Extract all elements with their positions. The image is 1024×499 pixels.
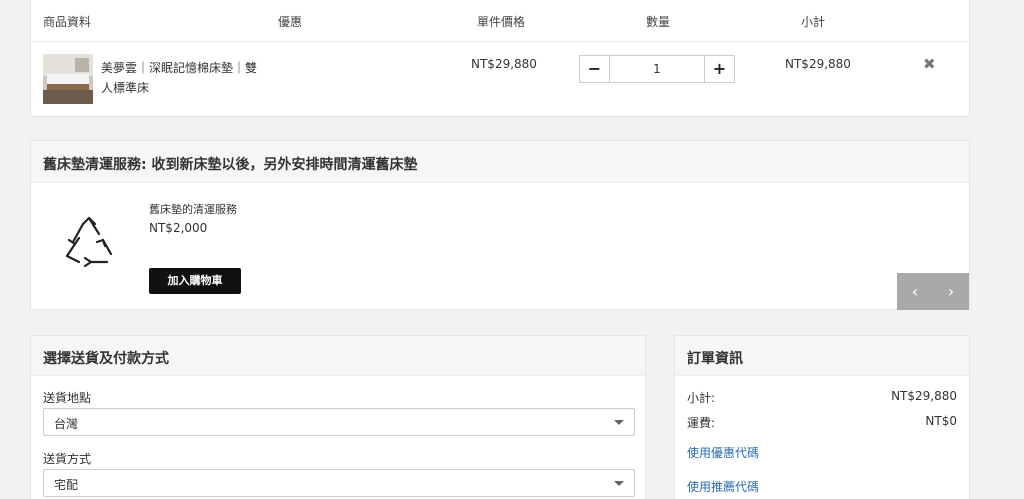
item-subtotal: NT$29,880 (785, 57, 851, 71)
order-shipping-value: NT$0 (925, 414, 957, 428)
addon-service-panel: 舊床墊清運服務: 收到新床墊以後，另外安排時間清運舊床墊 舊床墊的清運服務 NT… (30, 140, 970, 310)
chevron-right-icon[interactable]: › (933, 273, 969, 310)
header-discount: 優惠 (278, 15, 303, 29)
shipping-title: 選擇送貨及付款方式 (43, 351, 169, 367)
header-product: 商品資料 (43, 15, 92, 29)
addon-title: 舊床墊清運服務: 收到新床墊以後，另外安排時間清運舊床墊 (43, 157, 418, 173)
cart-table: 商品資料 優惠 單件價格 數量 小計 美夢雲｜深眠記憶棉床墊｜雙人標準床 NT$… (30, 0, 970, 117)
order-shipping-row: 運費: NT$0 (687, 414, 957, 431)
header-subtotal: 小計 (801, 15, 826, 29)
location-select[interactable]: 台灣 (43, 408, 635, 436)
location-value: 台灣 (54, 417, 79, 431)
coupon-code-link[interactable]: 使用優惠代碼 (687, 444, 759, 461)
recycle-icon (61, 216, 117, 272)
method-select[interactable]: 宅配 (43, 469, 635, 497)
cart-table-header: 商品資料 優惠 單件價格 數量 小計 (31, 0, 969, 42)
order-info-panel: 訂單資訊 小計: NT$29,880 運費: NT$0 使用優惠代碼 使用推薦代… (674, 335, 970, 499)
header-unit-price: 單件價格 (477, 15, 526, 29)
method-value: 宅配 (54, 478, 79, 492)
addon-header: 舊床墊清運服務: 收到新床墊以後，另外安排時間清運舊床墊 (31, 141, 969, 183)
caret-down-icon (614, 481, 624, 486)
add-to-cart-button[interactable]: 加入購物車 (149, 268, 241, 294)
quantity-stepper: − + (579, 55, 735, 83)
order-subtotal-row: 小計: NT$29,880 (687, 389, 957, 406)
order-subtotal-value: NT$29,880 (891, 389, 957, 403)
close-icon[interactable]: ✖ (923, 55, 936, 73)
referral-code-link[interactable]: 使用推薦代碼 (687, 478, 759, 495)
cart-item-row: 美夢雲｜深眠記憶棉床墊｜雙人標準床 NT$29,880 − + NT$29,88… (31, 43, 969, 116)
shipping-payment-panel: 選擇送貨及付款方式 送貨地點 台灣 送貨方式 宅配 (30, 335, 646, 499)
location-label: 送貨地點 (43, 391, 92, 405)
order-shipping-label: 運費: (687, 416, 716, 430)
quantity-input[interactable] (610, 56, 704, 82)
order-title: 訂單資訊 (687, 351, 743, 367)
addon-item-name: 舊床墊的清運服務 (149, 203, 237, 216)
order-header: 訂單資訊 (675, 336, 969, 376)
product-name[interactable]: 美夢雲｜深眠記憶棉床墊｜雙人標準床 (101, 58, 261, 98)
chevron-left-icon[interactable]: ‹ (897, 273, 933, 310)
header-quantity: 數量 (646, 15, 671, 29)
product-thumbnail[interactable] (43, 54, 93, 104)
caret-down-icon (614, 420, 624, 425)
method-label: 送貨方式 (43, 452, 92, 466)
plus-icon[interactable]: + (704, 56, 734, 82)
unit-price: NT$29,880 (471, 57, 537, 71)
shipping-header: 選擇送貨及付款方式 (31, 336, 645, 376)
minus-icon[interactable]: − (580, 56, 610, 82)
order-subtotal-label: 小計: (687, 391, 716, 405)
addon-item-price: NT$2,000 (149, 221, 208, 235)
